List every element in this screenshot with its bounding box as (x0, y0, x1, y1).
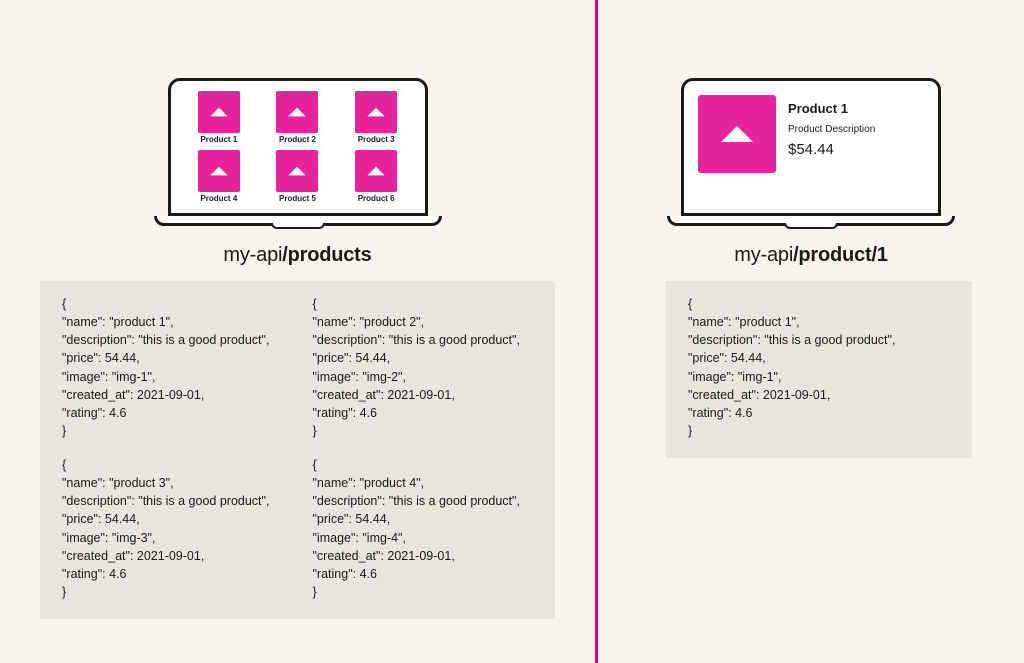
product-grid-item: Product 1 (185, 91, 254, 144)
product-detail: Product 1 Product Description $54.44 (698, 91, 924, 203)
chevron-up-icon (198, 150, 240, 192)
product-label: Product 3 (342, 135, 411, 144)
product-grid-item: Product 5 (263, 150, 332, 203)
product-grid: Product 1 Product 2 Product 3 (185, 91, 411, 203)
endpoint-prefix: my-api (223, 244, 282, 266)
json-block: { "name": "product 4", "description": "t… (313, 456, 534, 601)
chevron-up-icon (698, 95, 776, 173)
json-response-detail: { "name": "product 1", "description": "t… (666, 281, 972, 458)
endpoint-path: /product/1 (793, 244, 888, 266)
endpoint-prefix: my-api (734, 244, 793, 266)
laptop-illustration-detail: Product 1 Product Description $54.44 (681, 78, 941, 226)
product-grid-item: Product 3 (342, 91, 411, 144)
json-block: { "name": "product 1", "description": "t… (688, 295, 950, 440)
product-grid-item: Product 4 (185, 150, 254, 203)
product-grid-item: Product 6 (342, 150, 411, 203)
panel-product-detail: Product 1 Product Description $54.44 my-… (598, 0, 1024, 663)
endpoint-heading-detail: my-api/product/1 (598, 244, 1024, 267)
chevron-up-icon (355, 150, 397, 192)
product-label: Product 5 (263, 194, 332, 203)
json-block: { "name": "product 3", "description": "t… (62, 456, 283, 601)
chevron-up-icon (276, 91, 318, 133)
endpoint-heading-list: my-api/products (0, 244, 595, 267)
product-label: Product 2 (263, 135, 332, 144)
product-price: $54.44 (788, 141, 875, 158)
product-label: Product 4 (185, 194, 254, 203)
panel-products-list: Product 1 Product 2 Product 3 (0, 0, 595, 663)
chevron-up-icon (355, 91, 397, 133)
product-label: Product 6 (342, 194, 411, 203)
json-block: { "name": "product 2", "description": "t… (313, 295, 534, 440)
product-label: Product 1 (185, 135, 254, 144)
chevron-up-icon (276, 150, 318, 192)
product-title: Product 1 (788, 101, 875, 116)
product-grid-item: Product 2 (263, 91, 332, 144)
product-description: Product Description (788, 124, 875, 135)
json-block: { "name": "product 1", "description": "t… (62, 295, 283, 440)
endpoint-path: /products (282, 244, 371, 266)
laptop-illustration-list: Product 1 Product 2 Product 3 (168, 78, 428, 226)
chevron-up-icon (198, 91, 240, 133)
json-response-list: { "name": "product 1", "description": "t… (40, 281, 555, 619)
